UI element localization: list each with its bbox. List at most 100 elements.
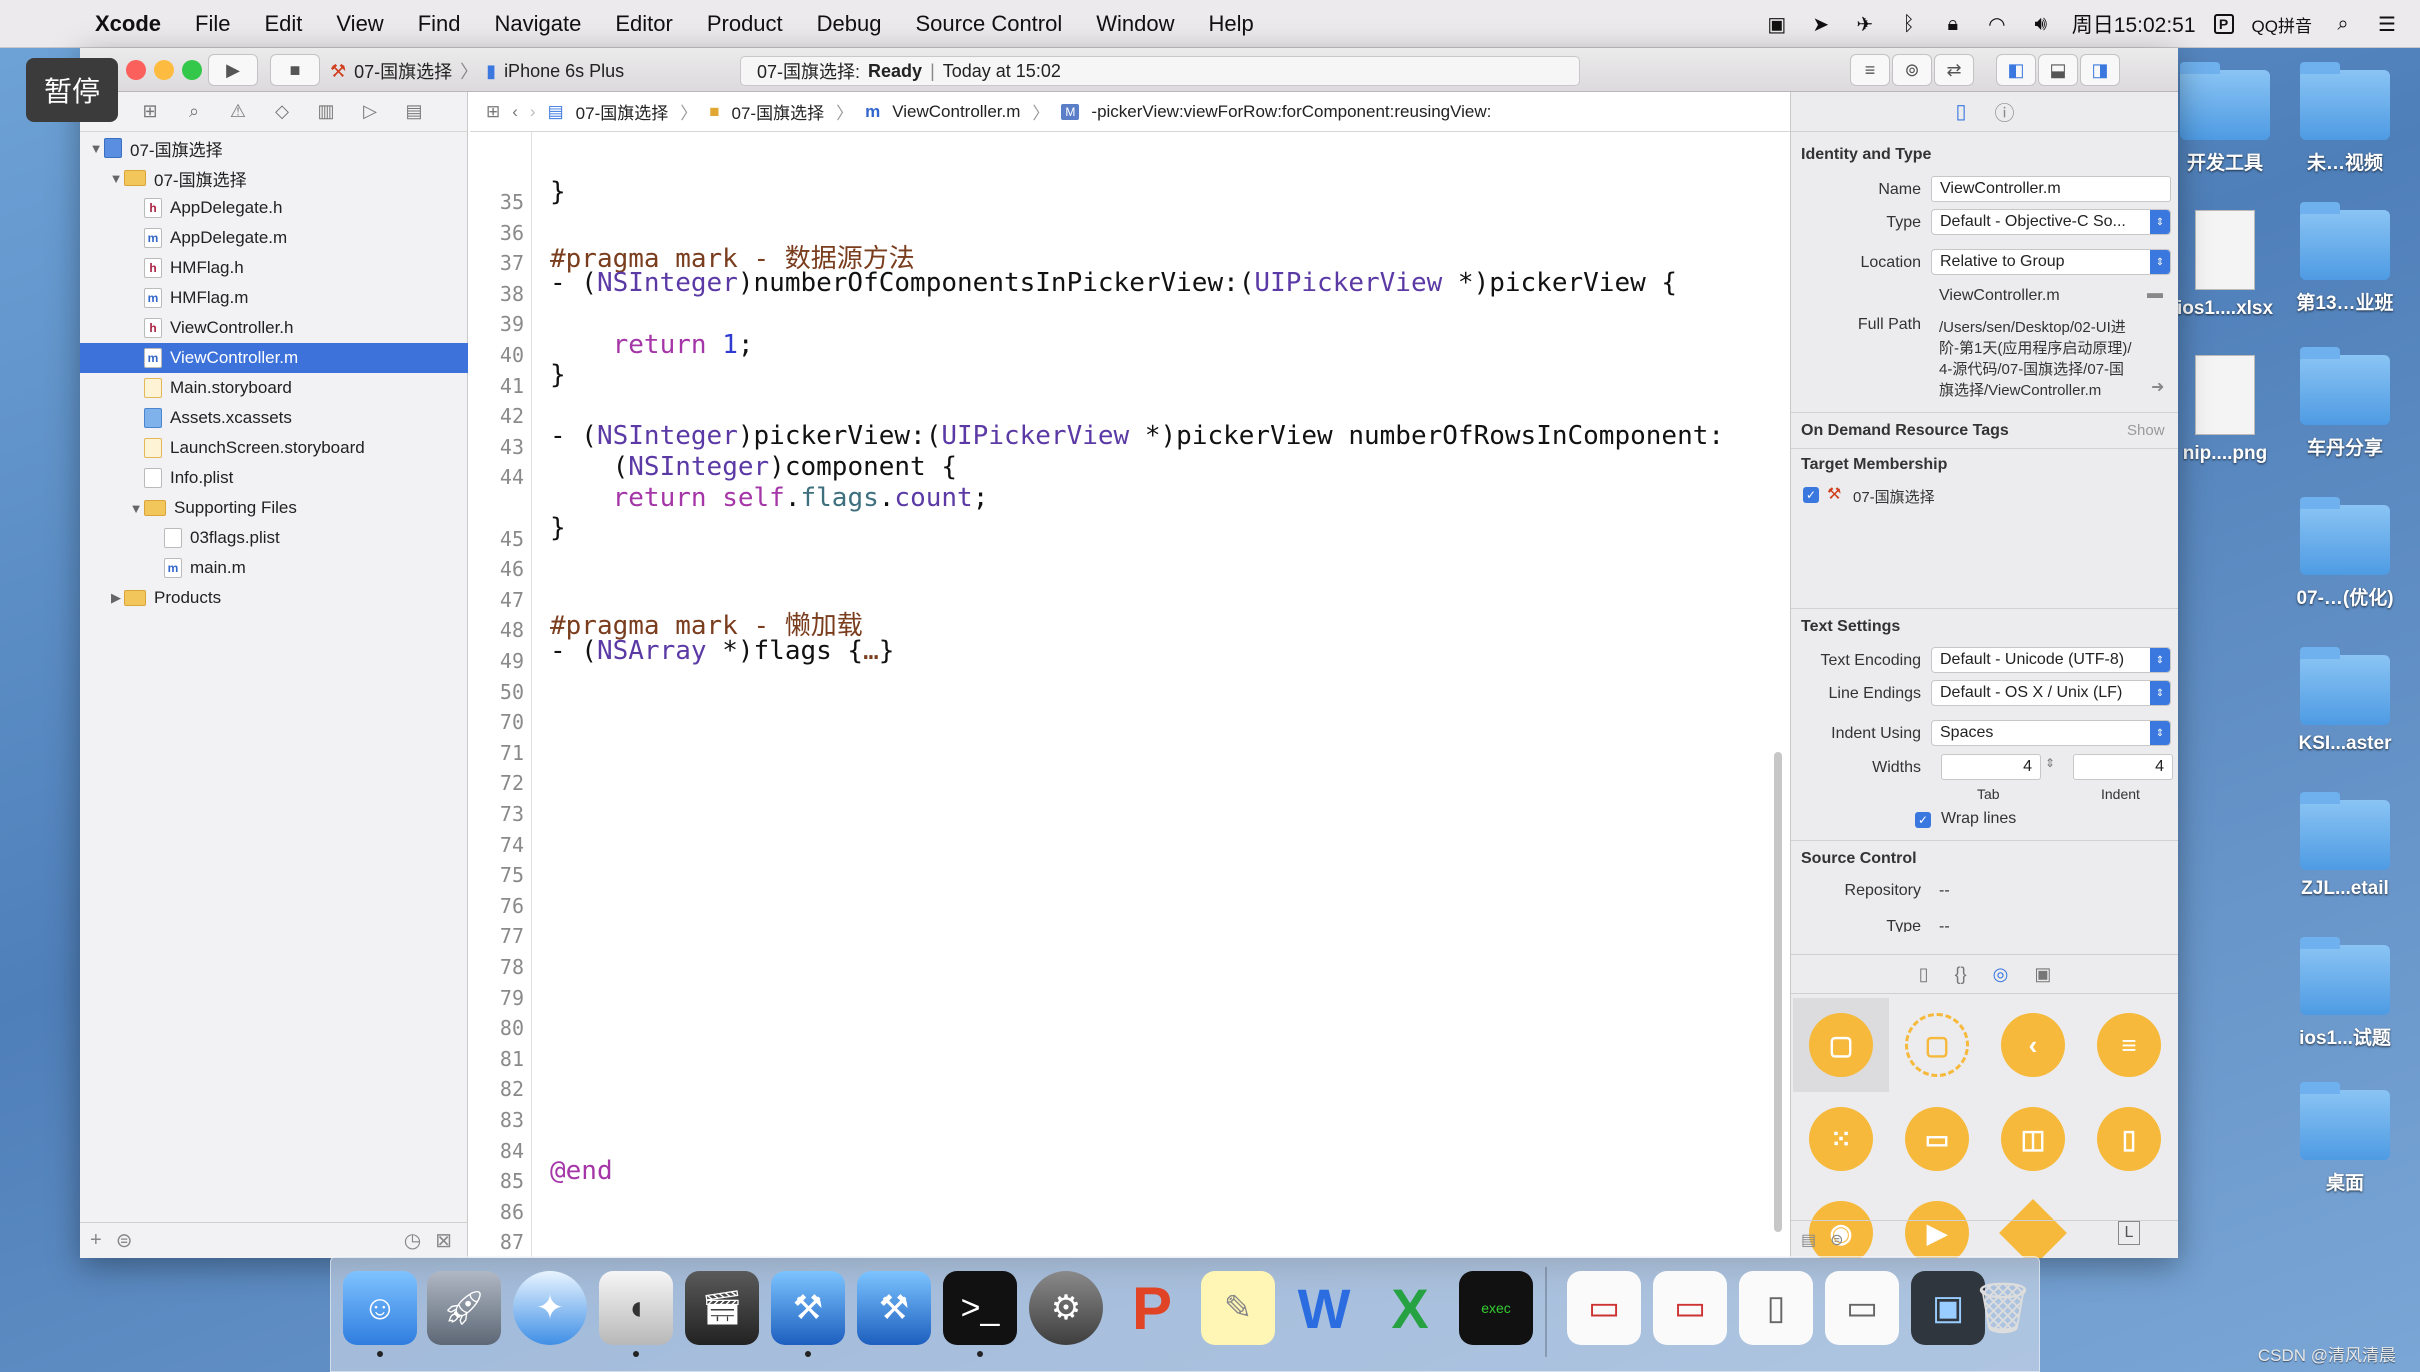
- safari-dock-icon[interactable]: ✦: [513, 1271, 587, 1345]
- location-icon[interactable]: ➤: [1808, 13, 1834, 36]
- filter-icon[interactable]: ⊜: [1830, 1230, 1843, 1250]
- desktop-item[interactable]: ios1....xlsx: [2160, 210, 2290, 320]
- desktop-item[interactable]: 车丹分享: [2280, 347, 2410, 460]
- desktop-item[interactable]: nip....png: [2160, 355, 2290, 465]
- tree-row[interactable]: m main.m: [80, 553, 468, 583]
- tree-row[interactable]: ▼ 07-国旗选择: [80, 163, 468, 193]
- toggle-navigator-button[interactable]: ◧: [1996, 54, 2036, 86]
- menu-help[interactable]: Help: [1192, 11, 1271, 37]
- filter-icon[interactable]: ⊜: [116, 1228, 133, 1253]
- symbol-icon[interactable]: ⊞: [138, 101, 162, 122]
- breadcrumb-group[interactable]: 07-国旗选择: [732, 99, 825, 124]
- storyboard-reference-object[interactable]: ▢: [1889, 998, 1985, 1092]
- input-method-icon[interactable]: P: [2213, 14, 2234, 34]
- type-popup[interactable]: Default - Objective-C So... ⇕: [1931, 209, 2171, 235]
- add-icon[interactable]: +: [90, 1229, 102, 1252]
- menu-editor[interactable]: Editor: [598, 11, 689, 37]
- disclosure-triangle-icon[interactable]: ▼: [128, 501, 144, 516]
- name-field[interactable]: ViewController.m: [1931, 176, 2171, 202]
- breakpoint-icon[interactable]: ▷: [358, 101, 382, 122]
- scm-filter-icon[interactable]: ⊠: [435, 1228, 452, 1253]
- tab-bar-controller-object[interactable]: ▭: [1889, 1092, 1985, 1186]
- menubar-clock[interactable]: 周日15:02:51: [2072, 9, 2196, 39]
- navigation-controller-object[interactable]: ‹: [1985, 998, 2081, 1092]
- back-icon[interactable]: ‹: [512, 102, 518, 122]
- debug-icon[interactable]: ▥: [314, 101, 338, 122]
- assistant-editor-button[interactable]: ⊚: [1892, 54, 1932, 86]
- target-checkbox[interactable]: ✓: [1803, 487, 1819, 503]
- scheme-selector[interactable]: 07-国旗选择: [354, 58, 452, 84]
- tree-row[interactable]: ▼ Supporting Files: [80, 493, 468, 523]
- list-view-icon[interactable]: ▤: [1801, 1230, 1816, 1250]
- menu-window[interactable]: Window: [1079, 11, 1191, 37]
- tab-width-stepper[interactable]: ⇕: [2045, 756, 2055, 770]
- wrap-lines-checkbox[interactable]: ✓: [1915, 812, 1931, 828]
- wifi-icon[interactable]: ◠: [1984, 13, 2010, 36]
- code-snippet-icon[interactable]: {}: [1955, 964, 1967, 985]
- disclosure-triangle-icon[interactable]: ▼: [108, 171, 124, 186]
- indent-width-field[interactable]: 4: [2073, 754, 2173, 780]
- volume-icon[interactable]: 🔊︎: [2028, 13, 2054, 35]
- tree-row[interactable]: 03flags.plist: [80, 523, 468, 553]
- menu-debug[interactable]: Debug: [800, 11, 899, 37]
- spotlight-icon[interactable]: ⌕: [2330, 13, 2356, 35]
- breadcrumb-method[interactable]: -pickerView:viewForRow:forComponent:reus…: [1091, 102, 1491, 122]
- terminal-dock-icon[interactable]: >_: [943, 1271, 1017, 1345]
- folder-icon[interactable]: ▬: [2147, 285, 2163, 303]
- finder-dock-icon[interactable]: ☺: [343, 1271, 417, 1345]
- split-view-controller-object[interactable]: ◫: [1985, 1092, 2081, 1186]
- desktop-item[interactable]: 未…视频: [2280, 62, 2410, 175]
- word-dock-icon[interactable]: W: [1287, 1271, 1361, 1345]
- warning-icon[interactable]: ⚠: [226, 101, 250, 122]
- test-icon[interactable]: ◇: [270, 101, 294, 122]
- run-button[interactable]: ▶: [208, 54, 258, 86]
- minimize-window-button[interactable]: [154, 60, 174, 80]
- collection-view-controller-object[interactable]: ⁙: [1793, 1092, 1889, 1186]
- tree-row[interactable]: m HMFlag.m: [80, 283, 468, 313]
- downloads-stack-dock-icon[interactable]: ▭: [1825, 1271, 1899, 1345]
- tree-row[interactable]: ▼ 07-国旗选择: [80, 133, 468, 163]
- lock-icon[interactable]: 🔒︎: [1940, 13, 1966, 35]
- notification-center-icon[interactable]: ☰: [2374, 13, 2400, 36]
- desktop-item[interactable]: ZJL...etail: [2280, 792, 2410, 900]
- instruments-dock-icon[interactable]: ⚒: [857, 1271, 931, 1345]
- desktop-item[interactable]: 开发工具: [2160, 62, 2290, 175]
- exec-dock-icon[interactable]: exec: [1459, 1271, 1533, 1345]
- tab-width-field[interactable]: 4: [1941, 754, 2041, 780]
- toggle-utilities-button[interactable]: ◨: [2080, 54, 2120, 86]
- report-icon[interactable]: ▤: [402, 101, 426, 122]
- page-view-controller-object[interactable]: ▯: [2081, 1092, 2177, 1186]
- excel-dock-icon[interactable]: X: [1373, 1271, 1447, 1345]
- search-icon[interactable]: ⌕: [182, 101, 206, 122]
- breadcrumb-project[interactable]: 07-国旗选择: [576, 99, 669, 124]
- menu-app[interactable]: Xcode: [78, 11, 178, 37]
- vertical-scrollbar[interactable]: [1774, 752, 1782, 1232]
- disclosure-triangle-icon[interactable]: ▼: [88, 141, 104, 156]
- tree-row[interactable]: m AppDelegate.m: [80, 223, 468, 253]
- related-items-icon[interactable]: ⊞: [486, 102, 500, 122]
- view-controller-object[interactable]: ▢: [1793, 998, 1889, 1092]
- table-view-controller-object[interactable]: ≡: [2081, 998, 2177, 1092]
- disclosure-triangle-icon[interactable]: ▶: [108, 590, 124, 606]
- pause-badge[interactable]: 暂停: [26, 58, 118, 122]
- media-library-icon[interactable]: ▣: [2034, 964, 2051, 985]
- notes-dock-icon[interactable]: ✎: [1201, 1271, 1275, 1345]
- input-method-label[interactable]: QQ拼音: [2252, 12, 2312, 37]
- menu-product[interactable]: Product: [690, 11, 800, 37]
- screen-record-icon[interactable]: ▣: [1764, 13, 1790, 36]
- document-stack-dock-icon[interactable]: ▭: [1567, 1271, 1641, 1345]
- reveal-arrow-icon[interactable]: ➜: [2151, 377, 2164, 397]
- menu-file[interactable]: File: [178, 11, 247, 37]
- paw-app-dock-icon[interactable]: P: [1115, 1271, 1189, 1345]
- system-preferences-dock-icon[interactable]: ⚙: [1029, 1271, 1103, 1345]
- airplane-icon[interactable]: ✈: [1852, 13, 1878, 36]
- video-app-dock-icon[interactable]: 🎬︎: [685, 1271, 759, 1345]
- desktop-item[interactable]: 桌面: [2280, 1082, 2410, 1195]
- menu-find[interactable]: Find: [401, 11, 478, 37]
- bluetooth-icon[interactable]: ᛒ: [1896, 13, 1922, 35]
- zoom-window-button[interactable]: [182, 60, 202, 80]
- desktop-item[interactable]: 07-…(优化): [2280, 497, 2410, 610]
- encoding-popup[interactable]: Default - Unicode (UTF-8) ⇕: [1931, 647, 2171, 673]
- forward-icon[interactable]: ›: [530, 102, 536, 122]
- indent-width-stepper[interactable]: ⇕: [2177, 756, 2178, 770]
